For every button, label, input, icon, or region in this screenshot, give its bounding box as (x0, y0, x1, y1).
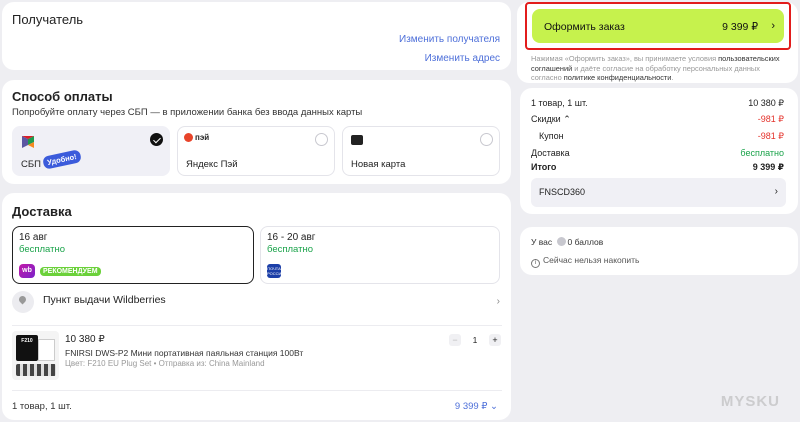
recipient-card: Получатель Изменить получателя Изменить … (2, 2, 511, 70)
delivery-price: бесплатно (267, 244, 314, 255)
chevron-up-icon: ⌃ (563, 114, 571, 124)
info-icon[interactable]: i (531, 259, 540, 268)
summary-discounts-row[interactable]: Скидки ⌃ -981 ₽ (531, 114, 784, 125)
summary-delivery-row: Доставка бесплатно (531, 148, 784, 158)
chevron-down-icon: ⌄ (490, 401, 498, 412)
decrease-button[interactable]: − (449, 334, 461, 346)
change-recipient-link[interactable]: Изменить получателя (399, 34, 500, 45)
map-pin-icon (12, 291, 34, 313)
payment-subtitle: Попробуйте оплату через СБП — в приложен… (12, 107, 363, 118)
order-panel: Оформить заказ 9 399 ₽ › Нажимая «Оформи… (517, 2, 798, 83)
bonus-note: i Сейчас нельзя накопить (531, 255, 639, 268)
payment-option-label: Яндекс Пэй (186, 159, 238, 170)
place-order-label: Оформить заказ (544, 21, 625, 33)
payment-card: Способ оплаты Попробуйте оплату через СБ… (2, 80, 511, 184)
product-name[interactable]: FNIRSI DWS-P2 Мини портативная паяльная … (65, 348, 303, 358)
product-image[interactable]: F210 (12, 331, 59, 380)
delivery-option-wb[interactable]: 16 авг бесплатно wb РЕКОМЕНДУЕМ (12, 226, 254, 284)
radio-icon[interactable] (480, 133, 493, 146)
promo-code-row[interactable]: FNSCD360 › (531, 178, 786, 207)
sbp-logo-icon (22, 136, 34, 148)
summary-total-row: Итого 9 399 ₽ (531, 162, 784, 172)
payment-option-label: СБП (21, 159, 41, 170)
russian-post-logo-icon: ПОЧТА РОССИИ (267, 264, 285, 278)
promo-code: FNSCD360 (539, 187, 586, 197)
bonus-points: У вас 0 баллов (531, 237, 604, 247)
product-meta: Цвет: F210 EU Plug Set • Отправка из: Ch… (65, 359, 265, 368)
chevron-right-icon: › (774, 186, 778, 197)
items-total-toggle[interactable]: 9 399 ₽ ⌄ (455, 401, 498, 412)
delivery-title: Доставка (12, 204, 72, 219)
divider (12, 325, 502, 326)
radio-selected-icon[interactable] (150, 133, 163, 146)
coin-icon (556, 237, 566, 246)
privacy-policy-link[interactable]: политике конфиденциальности (564, 73, 672, 82)
pickup-point-label: Пункт выдачи Wildberries (43, 294, 166, 306)
radio-icon[interactable] (315, 133, 328, 146)
delivery-price: бесплатно (19, 244, 66, 255)
chevron-right-icon: › (771, 20, 775, 32)
wb-logo-icon: wb (19, 264, 35, 278)
recipient-title: Получатель (12, 12, 84, 27)
yandex-pay-logo-icon: пэй (184, 133, 209, 142)
place-order-button[interactable]: Оформить заказ 9 399 ₽ › (532, 9, 784, 43)
change-address-link[interactable]: Изменить адрес (425, 53, 500, 64)
summary-coupon-row: Купон -981 ₽ (539, 131, 784, 141)
quantity-value: 1 (472, 335, 478, 345)
place-order-sum: 9 399 ₽ (722, 21, 758, 33)
chevron-right-icon: › (496, 296, 500, 307)
payment-option-sbp[interactable]: СБП Удобно! (12, 126, 170, 176)
delivery-date: 16 авг (19, 232, 48, 243)
convenient-badge: Удобно! (42, 149, 82, 170)
legal-text: Нажимая «Оформить заказ», вы принимаете … (531, 54, 780, 82)
recommended-badge: РЕКОМЕНДУЕМ (40, 267, 101, 276)
delivery-date: 16 - 20 авг (267, 232, 316, 243)
increase-button[interactable]: + (489, 334, 501, 346)
product-price: 10 380 ₽ (65, 334, 105, 345)
product-box-text: F210 (16, 335, 38, 361)
items-count: 1 товар, 1 шт. (12, 401, 72, 412)
delivery-card: Доставка 16 авг бесплатно wb РЕКОМЕНДУЕМ… (2, 193, 511, 420)
payment-option-yandex-pay[interactable]: пэй Яндекс Пэй (177, 126, 335, 176)
quantity-stepper: − 1 + (449, 334, 501, 348)
card-add-icon (351, 135, 363, 145)
pickup-point-row[interactable]: Пункт выдачи Wildberries › (12, 291, 502, 317)
bonus-card: У вас 0 баллов i Сейчас нельзя накопить (520, 227, 798, 275)
order-summary-card: 1 товар, 1 шт. 10 380 ₽ Скидки ⌃ -981 ₽ Ку… (520, 88, 798, 214)
divider (12, 390, 502, 391)
watermark: MYSKU (720, 393, 780, 410)
summary-items-row: 1 товар, 1 шт. 10 380 ₽ (531, 98, 784, 108)
place-order-highlight: Оформить заказ 9 399 ₽ › (525, 2, 791, 50)
payment-title: Способ оплаты (12, 89, 113, 104)
payment-option-new-card[interactable]: Новая карта (342, 126, 500, 176)
delivery-option-post[interactable]: 16 - 20 авг бесплатно ПОЧТА РОССИИ (260, 226, 500, 284)
payment-option-label: Новая карта (351, 159, 406, 170)
